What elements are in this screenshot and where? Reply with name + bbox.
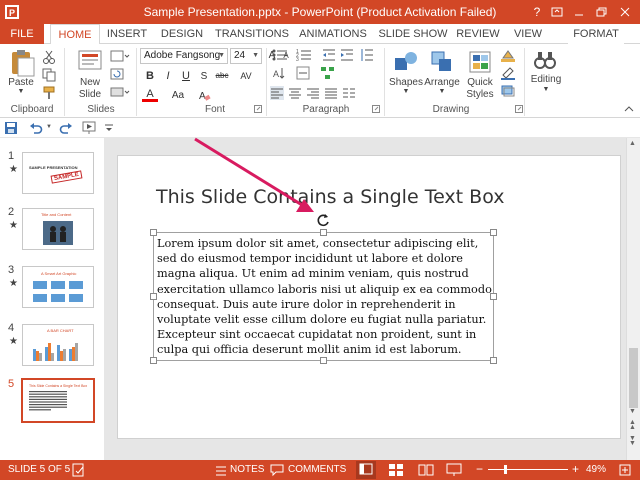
normal-view-icon[interactable]	[356, 461, 376, 479]
annotation-arrow	[194, 137, 314, 212]
scroll-down-icon[interactable]: ▼	[629, 408, 636, 415]
zoom-slider-thumb[interactable]	[504, 465, 507, 474]
notes-icon[interactable]	[214, 463, 228, 480]
zoom-in-button[interactable]: +	[572, 462, 579, 476]
slide-counter: SLIDE 5 OF 5	[8, 464, 71, 475]
previous-slide-icon[interactable]: ▲ ▲	[629, 419, 636, 431]
zoom-level[interactable]: 49%	[586, 464, 606, 475]
comments-button[interactable]: COMMENTS	[288, 464, 346, 475]
spelling-icon[interactable]	[72, 463, 86, 480]
vertical-scrollbar[interactable]: ▲ ▼ ▲ ▲ ▼ ▼	[626, 138, 640, 460]
comments-icon[interactable]	[270, 463, 284, 480]
notes-button[interactable]: NOTES	[230, 464, 264, 475]
zoom-out-button[interactable]: −	[476, 462, 483, 476]
slide-sorter-icon[interactable]	[388, 463, 404, 480]
fit-to-window-icon[interactable]	[618, 463, 632, 480]
next-slide-icon[interactable]: ▼ ▼	[629, 435, 636, 447]
scroll-up-icon[interactable]: ▲	[629, 140, 636, 147]
slide-show-icon[interactable]	[446, 463, 462, 480]
status-bar: SLIDE 5 OF 5 NOTES COMMENTS − + 49%	[0, 460, 640, 480]
scroll-thumb[interactable]	[629, 348, 638, 408]
zoom-slider-track[interactable]	[488, 469, 568, 470]
reading-view-icon[interactable]	[418, 463, 434, 480]
